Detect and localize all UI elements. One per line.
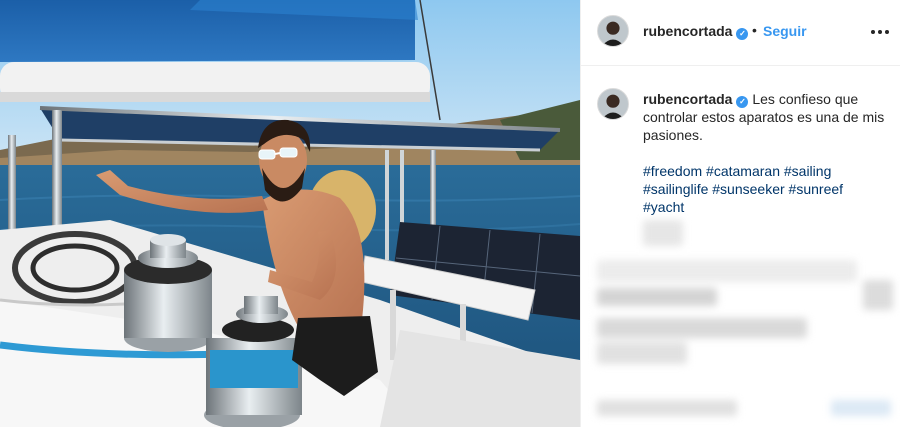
avatar[interactable]: [597, 15, 629, 47]
instagram-post: rubencortada ✓ • Seguir rubencortada ✓ Les…: [0, 0, 900, 427]
hashtag-link[interactable]: #sunseeker: [712, 181, 784, 197]
username-link[interactable]: rubencortada ✓: [643, 23, 749, 40]
blurred-comments: [581, 210, 900, 427]
caption-body: rubencortada ✓ Les confieso que controlar…: [643, 90, 893, 216]
separator-dot: •: [752, 22, 757, 38]
hashtag-link[interactable]: #catamaran: [706, 163, 780, 179]
hashtag-link[interactable]: #sunreef: [789, 181, 843, 197]
post-header: rubencortada ✓ • Seguir: [581, 0, 900, 66]
hashtag-list: #freedom #catamaran #sailing #sailinglif…: [643, 162, 893, 216]
sailboat-photo: [0, 0, 580, 427]
verified-badge-icon: ✓: [736, 96, 749, 108]
username-text[interactable]: rubencortada: [643, 23, 732, 39]
hashtag-link[interactable]: #sailinglife: [643, 181, 708, 197]
post-side-panel: rubencortada ✓ • Seguir rubencortada ✓ Les…: [580, 0, 900, 427]
post-photo[interactable]: [0, 0, 580, 427]
hashtag-link[interactable]: #sailing: [784, 163, 831, 179]
more-options-icon[interactable]: [871, 21, 891, 41]
hashtag-link[interactable]: #freedom: [643, 163, 702, 179]
verified-badge-icon: ✓: [736, 28, 749, 40]
caption-username[interactable]: rubencortada: [643, 91, 732, 107]
follow-button[interactable]: Seguir: [763, 23, 807, 39]
avatar[interactable]: [597, 88, 629, 120]
